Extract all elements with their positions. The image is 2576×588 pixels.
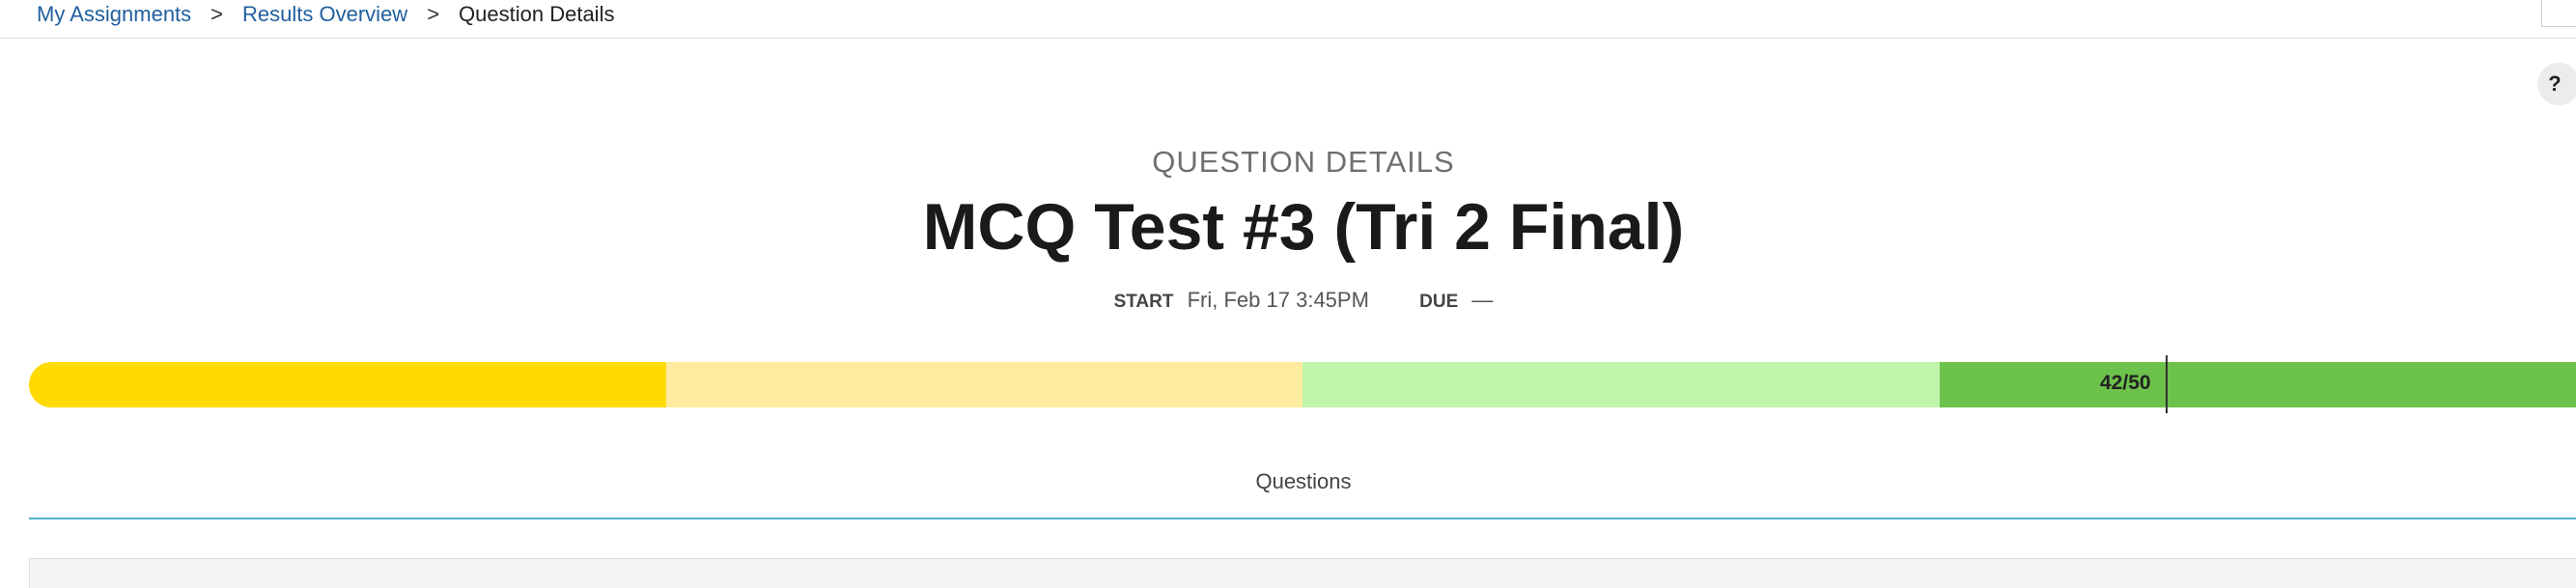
chevron-right-icon: > [210,2,223,27]
breadcrumb-my-assignments[interactable]: My Assignments [37,2,191,27]
due-label: DUE [1419,292,1458,312]
page-title: MCQ Test #3 (Tri 2 Final) [0,189,2576,265]
score-marker [2166,355,2168,413]
assignment-meta: START Fri, Feb 17 3:45PM DUE — [0,288,2576,313]
score-band-2 [666,362,1303,407]
breadcrumb-current: Question Details [459,2,614,27]
score-band-4 [1940,362,2576,407]
tab-underline [29,518,2576,519]
start-value: Fri, Feb 17 3:45PM [1188,288,1369,312]
breadcrumb-results-overview[interactable]: Results Overview [242,2,407,27]
score-band-3 [1302,362,1940,407]
tab-questions[interactable]: Questions [0,469,2576,494]
help-button[interactable]: ? [2537,63,2576,105]
start-label: START [1114,292,1174,312]
chevron-right-icon: > [427,2,439,27]
score-band-1 [29,362,666,407]
top-bar: My Assignments > Results Overview > Ques… [0,0,2576,39]
score-progress-bar [29,362,2576,407]
due-value: — [1471,288,1493,312]
page-eyebrow: QUESTION DETAILS [0,145,2576,180]
score-label: 42/50 [2100,372,2151,395]
window-edge-control [2541,0,2576,27]
breadcrumb: My Assignments > Results Overview > Ques… [37,0,614,29]
